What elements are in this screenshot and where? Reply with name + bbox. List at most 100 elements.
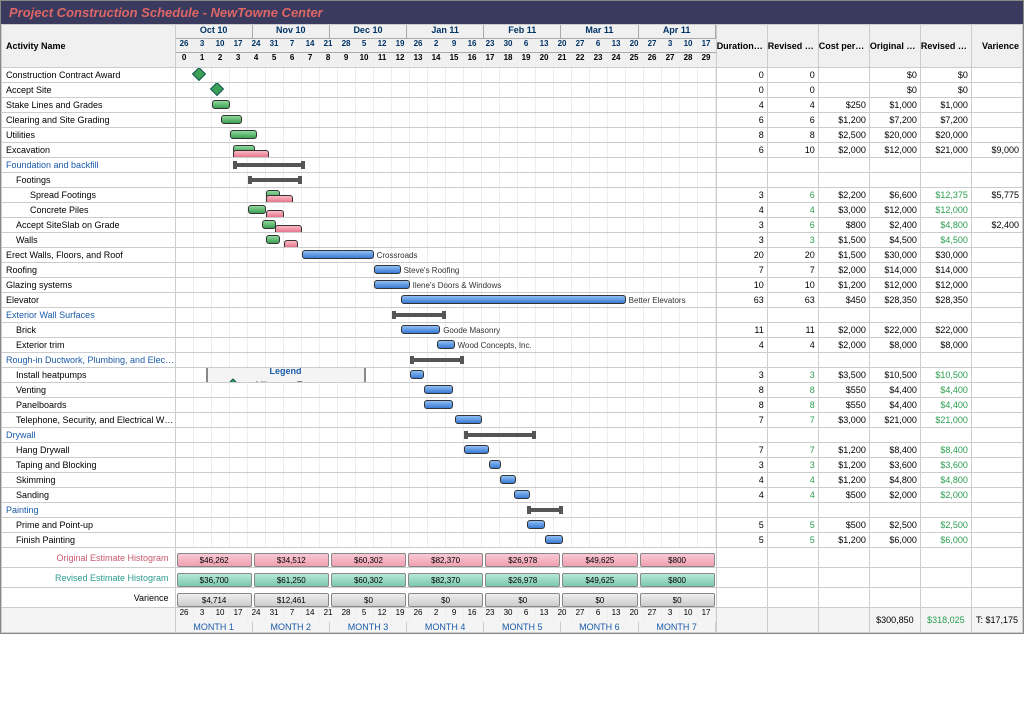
cell-dur: 3 <box>716 188 767 203</box>
cell-dur: 4 <box>716 98 767 113</box>
cell-oe: $6,600 <box>869 188 920 203</box>
cell-re: $12,000 <box>920 203 971 218</box>
cell-dur: 3 <box>716 368 767 383</box>
gantt-bar <box>455 415 482 424</box>
cell-oe <box>869 173 920 188</box>
cell-re: $8,000 <box>920 338 971 353</box>
histogram-cell: $0 <box>485 593 560 607</box>
task-name: Walls <box>2 233 176 248</box>
task-row: Erect Walls, Floors, and RoofCrossroads2… <box>2 248 1023 263</box>
cell-oe: $4,400 <box>869 383 920 398</box>
cell-rdur: 6 <box>767 188 818 203</box>
cell-oe: $0 <box>869 83 920 98</box>
task-name: Excavation <box>2 143 176 158</box>
cell-oe: $2,400 <box>869 218 920 233</box>
total-rev: $318,025 <box>920 608 971 633</box>
histogram-cell: $12,461 <box>254 593 329 607</box>
task-row: Taping and Blocking33$1,200$3,600$3,600 <box>2 458 1023 473</box>
cell-dur: 0 <box>716 68 767 83</box>
cell-oe: $21,000 <box>869 413 920 428</box>
cell-oe: $8,000 <box>869 338 920 353</box>
gantt-bar: Ilene's Doors & Windows <box>374 280 410 289</box>
cell-rdur <box>767 173 818 188</box>
cell-dur: 4 <box>716 473 767 488</box>
gantt-bar <box>233 150 269 158</box>
cell-var <box>971 368 1022 383</box>
task-row: Accept Site00$0$0 <box>2 83 1023 98</box>
gantt-bar <box>275 225 302 233</box>
cell-re: $4,800 <box>920 218 971 233</box>
cell-cpd <box>818 428 869 443</box>
task-name: Drywall <box>2 428 176 443</box>
cell-cpd: $450 <box>818 293 869 308</box>
gantt-bar <box>410 358 464 362</box>
histogram-cell: $82,370 <box>408 573 483 587</box>
cell-var <box>971 443 1022 458</box>
task-name: Concrete Piles <box>2 203 176 218</box>
task-row: Stake Lines and Grades44$250$1,000$1,000 <box>2 98 1023 113</box>
task-row: Rough-in Ductwork, Plumbing, and Electri… <box>2 353 1023 368</box>
cell-var <box>971 338 1022 353</box>
cell-oe: $30,000 <box>869 248 920 263</box>
task-name: Glazing systems <box>2 278 176 293</box>
cell-re: $4,800 <box>920 473 971 488</box>
histogram-label: Varience <box>2 588 176 608</box>
histogram-cell: $49,625 <box>562 573 637 587</box>
gantt-bar <box>464 433 536 437</box>
cell-re: $4,400 <box>920 398 971 413</box>
gantt-bar: Goode Masonry <box>401 325 441 334</box>
cell-re: $20,000 <box>920 128 971 143</box>
cell-re: $8,400 <box>920 443 971 458</box>
cell-rdur: 20 <box>767 248 818 263</box>
cell-cpd <box>818 503 869 518</box>
cell-oe: $1,000 <box>869 98 920 113</box>
task-name: Telephone, Security, and Electrical Wiri… <box>2 413 176 428</box>
histogram-cell: $61,250 <box>254 573 329 587</box>
cell-dur: 3 <box>716 233 767 248</box>
task-row: Exterior Wall Surfaces <box>2 308 1023 323</box>
cell-var: $5,775 <box>971 188 1022 203</box>
histogram-cell: $0 <box>640 593 715 607</box>
histogram-label: Original Estimate Histogram <box>2 548 176 568</box>
cell-rdur: 10 <box>767 278 818 293</box>
cell-re: $2,000 <box>920 488 971 503</box>
task-name: Stake Lines and Grades <box>2 98 176 113</box>
task-name: Painting <box>2 503 176 518</box>
cell-var <box>971 98 1022 113</box>
cell-cpd: $3,500 <box>818 368 869 383</box>
cell-var <box>971 398 1022 413</box>
cell-cpd: $2,000 <box>818 323 869 338</box>
cell-oe: $4,400 <box>869 398 920 413</box>
cell-rdur: 11 <box>767 323 818 338</box>
histogram-cell: $0 <box>331 593 406 607</box>
cell-var <box>971 83 1022 98</box>
gantt-bar <box>284 240 298 248</box>
task-row: ElevatorBetter Elevators6363$450$28,350$… <box>2 293 1023 308</box>
task-row: Clearing and Site Grading66$1,200$7,200$… <box>2 113 1023 128</box>
gantt-bar <box>500 475 516 484</box>
cell-var <box>971 383 1022 398</box>
task-name: Rough-in Ductwork, Plumbing, and Electri… <box>2 353 176 368</box>
cell-re: $30,000 <box>920 248 971 263</box>
task-name: Hang Drywall <box>2 443 176 458</box>
task-name: Exterior Wall Surfaces <box>2 308 176 323</box>
cell-rdur: 8 <box>767 128 818 143</box>
cell-cpd <box>818 173 869 188</box>
task-name: Elevator <box>2 293 176 308</box>
cell-dur <box>716 173 767 188</box>
histogram-label: Revised Estimate Histogram <box>2 568 176 588</box>
cell-oe: $12,000 <box>869 203 920 218</box>
cell-re <box>920 308 971 323</box>
cell-dur: 3 <box>716 218 767 233</box>
cell-rdur: 5 <box>767 518 818 533</box>
cell-rdur: 4 <box>767 338 818 353</box>
cell-rdur <box>767 428 818 443</box>
histogram-cell: $36,700 <box>177 573 252 587</box>
cell-cpd: $1,200 <box>818 113 869 128</box>
cell-cpd <box>818 68 869 83</box>
gantt-bar <box>514 490 530 499</box>
bar-label: Crossroads <box>377 251 418 260</box>
gantt-bar <box>266 235 280 244</box>
cell-oe <box>869 428 920 443</box>
task-name: Skimming <box>2 473 176 488</box>
